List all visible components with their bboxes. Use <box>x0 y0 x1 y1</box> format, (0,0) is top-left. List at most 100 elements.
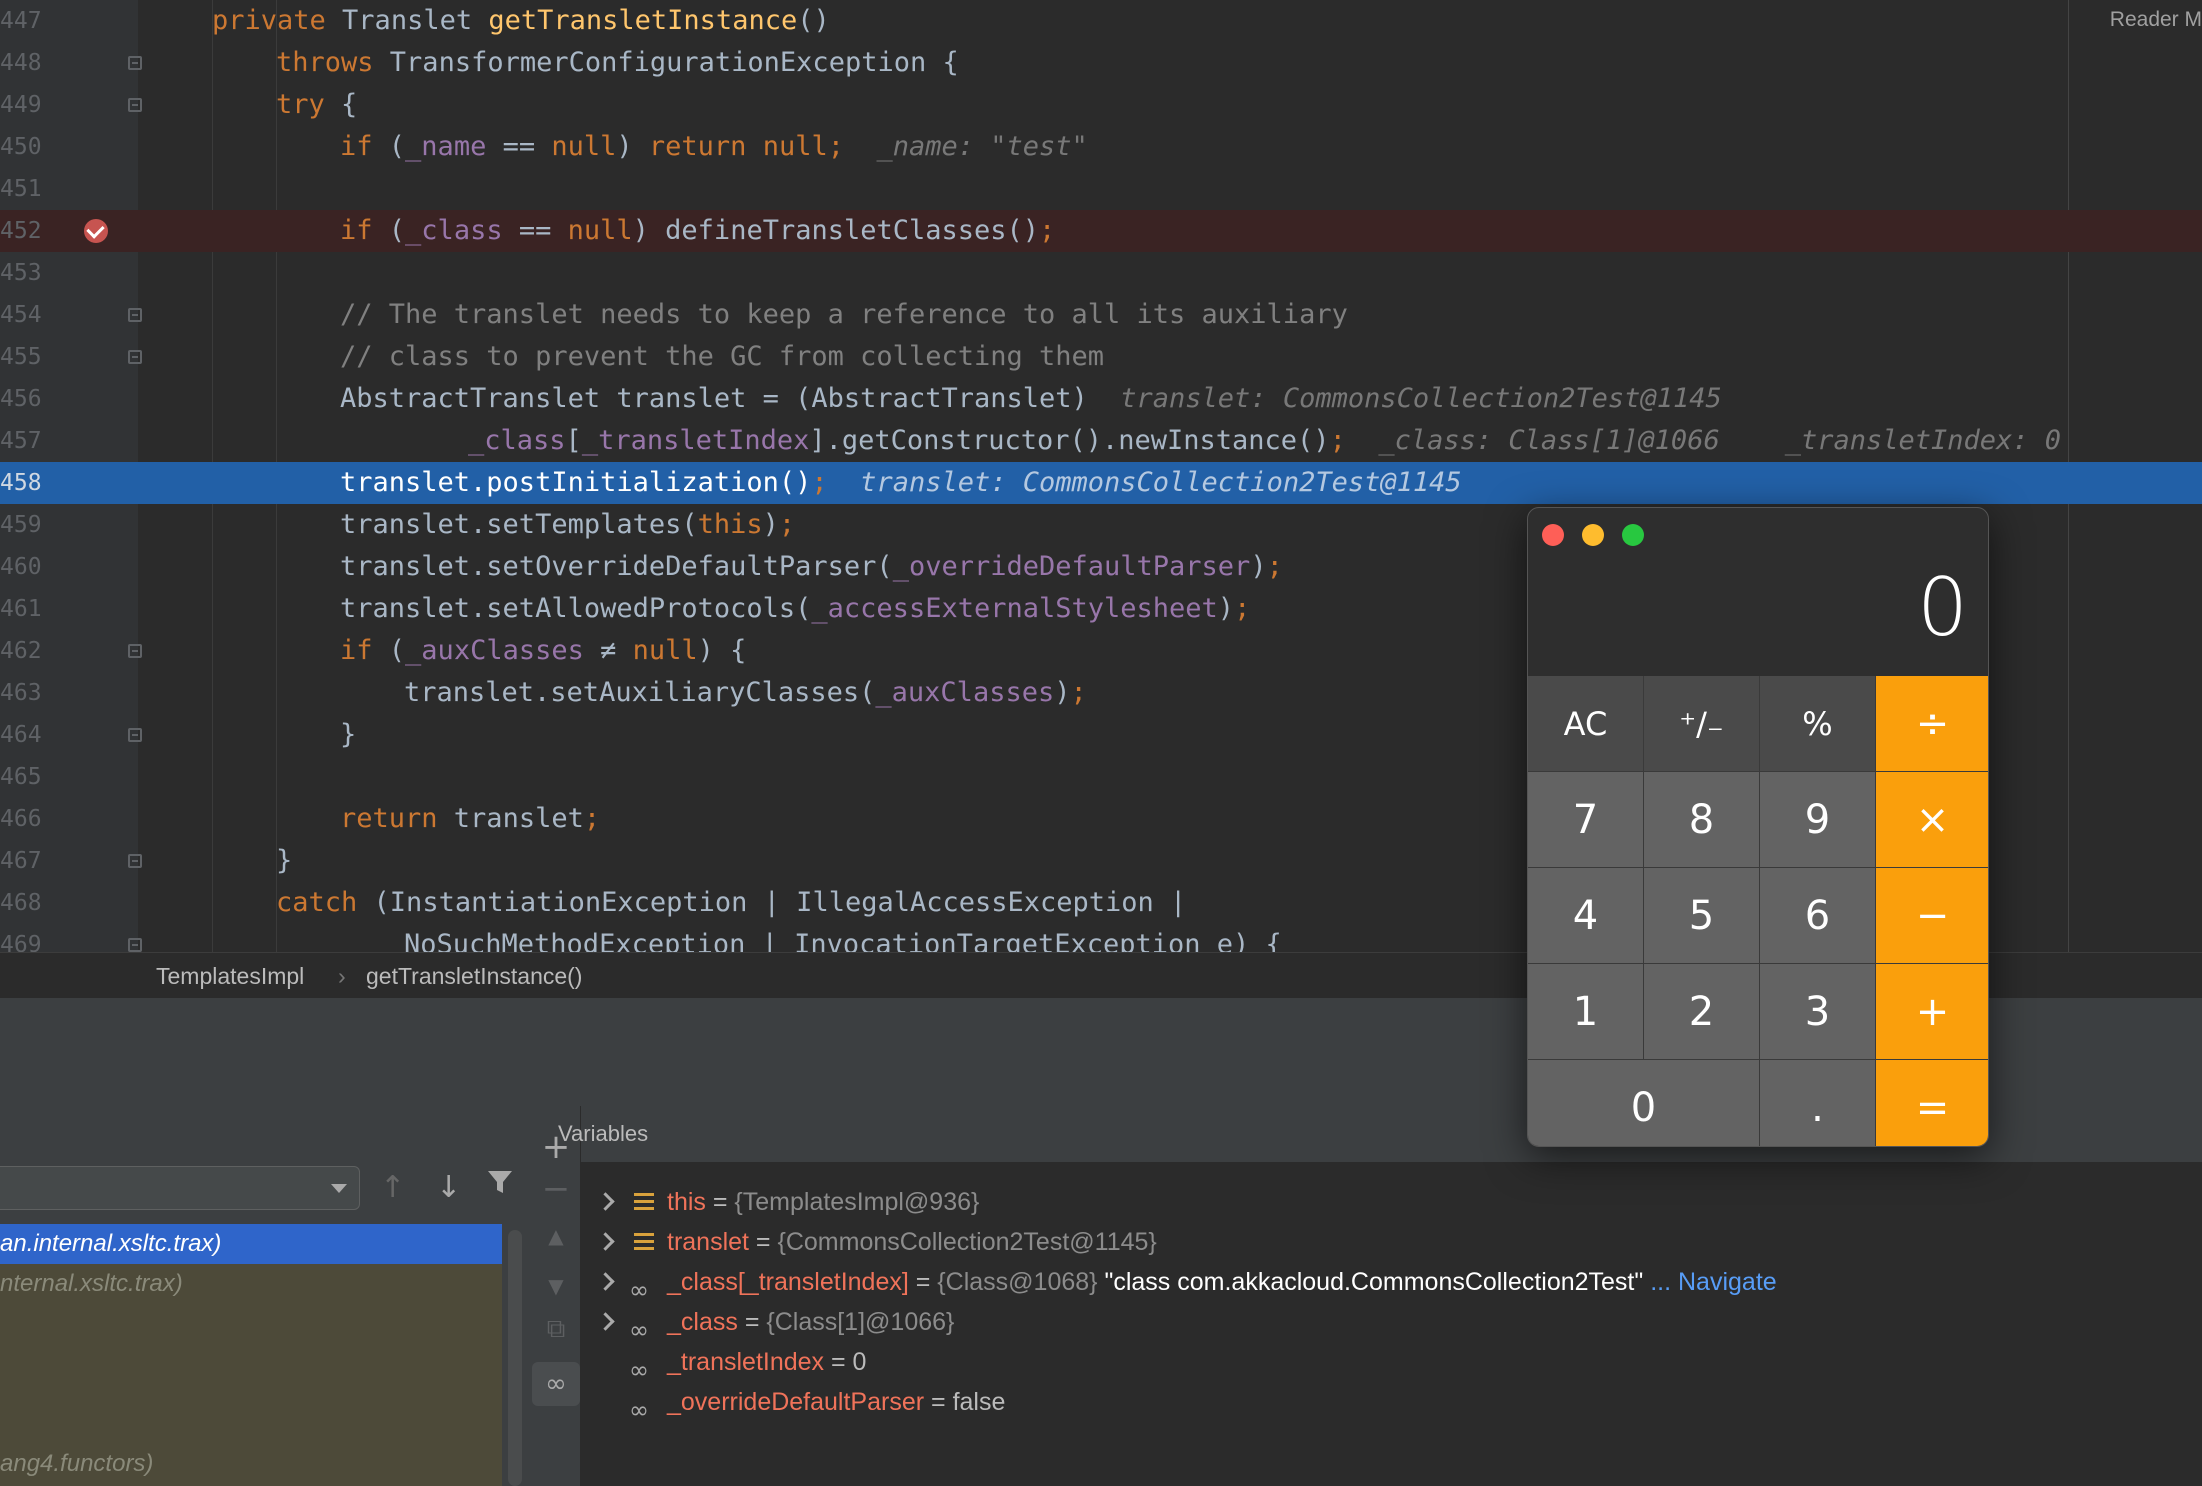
reader-mode-toggle[interactable]: Reader M <box>2110 8 2202 32</box>
stack-frame[interactable]: nternal.xsltc.trax) <box>0 1264 502 1304</box>
frames-scrollbar[interactable] <box>508 1230 522 1486</box>
sign-toggle-key[interactable]: ⁺∕₋ <box>1644 676 1760 772</box>
watches-toggle-icon[interactable]: ∞ <box>532 1362 580 1406</box>
code-token: translet.setAllowedProtocols( <box>340 593 812 624</box>
stack-frame[interactable]: an.internal.xsltc.trax) <box>0 1224 502 1264</box>
thread-selector[interactable] <box>0 1166 360 1210</box>
line-number[interactable]: 466 <box>0 798 42 840</box>
line-number[interactable]: 468 <box>0 882 42 924</box>
key-9[interactable]: 9 <box>1760 772 1876 868</box>
variable-row[interactable]: this = {TemplatesImpl@936} <box>581 1182 2181 1222</box>
variable-row[interactable]: ∞ _overrideDefaultParser = false <box>581 1382 2181 1424</box>
code-line[interactable]: 454 // The translet needs to keep a refer… <box>0 294 2202 336</box>
code-token: ( <box>388 215 406 246</box>
line-number[interactable]: 458 <box>0 462 42 504</box>
remove-watch-icon[interactable]: − <box>532 1172 580 1206</box>
move-up-icon[interactable]: ▲ <box>532 1224 580 1248</box>
code-line[interactable]: 458 translet.postInitialization(); transl… <box>0 462 2202 504</box>
subtract-key[interactable]: − <box>1876 868 1988 964</box>
fold-icon[interactable] <box>128 938 142 952</box>
chevron-right-icon[interactable] <box>596 1192 615 1211</box>
line-number[interactable]: 460 <box>0 546 42 588</box>
key-6[interactable]: 6 <box>1760 868 1876 964</box>
key-7[interactable]: 7 <box>1528 772 1644 868</box>
line-number[interactable]: 461 <box>0 588 42 630</box>
move-down-icon[interactable]: ▼ <box>532 1274 580 1298</box>
close-button[interactable] <box>1542 524 1564 546</box>
variable-row[interactable]: translet = {CommonsCollection2Test@1145} <box>581 1222 2181 1262</box>
key-0[interactable]: 0 <box>1528 1060 1760 1146</box>
code-line[interactable]: 455 // class to prevent the GC from colle… <box>0 336 2202 378</box>
fold-icon[interactable] <box>128 308 142 322</box>
breakpoint-icon[interactable] <box>84 219 108 243</box>
code-line[interactable]: 453 <box>0 252 2202 294</box>
line-number[interactable]: 467 <box>0 840 42 882</box>
key-8[interactable]: 8 <box>1644 772 1760 868</box>
minimize-button[interactable] <box>1582 524 1604 546</box>
line-number[interactable]: 459 <box>0 504 42 546</box>
code-line[interactable]: 457 _class[_transletIndex].getConstructor… <box>0 420 2202 462</box>
code-line[interactable]: 447 private Translet getTransletInstance(… <box>0 0 2202 42</box>
line-number[interactable]: 469 <box>0 924 42 952</box>
fold-icon[interactable] <box>128 98 142 112</box>
line-number[interactable]: 465 <box>0 756 42 798</box>
code-line[interactable]: 456 AbstractTranslet translet = (Abstract… <box>0 378 2202 420</box>
line-number[interactable]: 449 <box>0 84 42 126</box>
code-line[interactable]: 450 if (_name == null) return null; _name… <box>0 126 2202 168</box>
fold-icon[interactable] <box>128 728 142 742</box>
stack-frame[interactable]: ang4.functors) <box>0 1444 502 1484</box>
add-key[interactable]: + <box>1876 964 1988 1060</box>
line-number[interactable]: 453 <box>0 252 42 294</box>
variable-row[interactable]: ∞ _transletIndex = 0 <box>581 1342 2181 1384</box>
fold-icon[interactable] <box>128 854 142 868</box>
fold-icon[interactable] <box>128 644 142 658</box>
decimal-key[interactable]: . <box>1760 1060 1876 1146</box>
line-number[interactable]: 462 <box>0 630 42 672</box>
key-2[interactable]: 2 <box>1644 964 1760 1060</box>
fold-icon[interactable] <box>128 350 142 364</box>
line-number[interactable]: 450 <box>0 126 42 168</box>
key-4[interactable]: 4 <box>1528 868 1644 964</box>
zoom-button[interactable] <box>1622 524 1644 546</box>
line-number[interactable]: 455 <box>0 336 42 378</box>
code-token: ; <box>1329 425 1346 456</box>
chevron-right-icon[interactable] <box>596 1232 615 1251</box>
variable-row[interactable]: ∞ _class[_transletIndex] = {Class@1068} "… <box>581 1262 2181 1304</box>
calculator-window[interactable]: 0 AC ⁺∕₋% ÷ 7 8 9 × 4 5 6− 1 2 3 +0. = <box>1527 507 1989 1147</box>
key-3[interactable]: 3 <box>1760 964 1876 1060</box>
line-number[interactable]: 456 <box>0 378 42 420</box>
navigate-link[interactable]: ... Navigate <box>1643 1268 1776 1296</box>
code-token: ; <box>778 509 796 540</box>
variable-row[interactable]: ∞ _class = {Class[1]@1066} <box>581 1302 2181 1344</box>
line-number[interactable]: 454 <box>0 294 42 336</box>
line-number[interactable]: 452 <box>0 210 42 252</box>
variables-panel: Variables this = {TemplatesImpl@936} tran… <box>558 1106 2202 1486</box>
breadcrumb-method[interactable]: getTransletInstance() <box>366 953 582 999</box>
copy-icon[interactable]: ⧉ <box>532 1314 580 1345</box>
line-number[interactable]: 464 <box>0 714 42 756</box>
filter-icon[interactable] <box>486 1168 514 1204</box>
multiply-key[interactable]: × <box>1876 772 1988 868</box>
code-line[interactable]: 451 <box>0 168 2202 210</box>
equals-key[interactable]: = <box>1876 1060 1988 1146</box>
key-1[interactable]: 1 <box>1528 964 1644 1060</box>
line-number[interactable]: 457 <box>0 420 42 462</box>
code-line[interactable]: 449 try { <box>0 84 2202 126</box>
arrow-up-icon[interactable]: ↑ <box>380 1170 405 1205</box>
chevron-right-icon[interactable] <box>596 1272 615 1291</box>
divide-key[interactable]: ÷ <box>1876 676 1988 772</box>
line-number[interactable]: 448 <box>0 42 42 84</box>
chevron-right-icon[interactable] <box>596 1312 615 1331</box>
arrow-down-icon[interactable]: ↓ <box>436 1170 461 1205</box>
code-line[interactable]: 448 throws TransformerConfigurationExcept… <box>0 42 2202 84</box>
percent-key[interactable]: % <box>1760 676 1876 772</box>
breadcrumb-class[interactable]: TemplatesImpl <box>156 953 304 999</box>
all-clear-key[interactable]: AC <box>1528 676 1644 772</box>
code-line[interactable]: 452 if (_class == null) defineTransletCla… <box>0 210 2202 252</box>
line-number[interactable]: 447 <box>0 0 42 42</box>
line-number[interactable]: 463 <box>0 672 42 714</box>
key-5[interactable]: 5 <box>1644 868 1760 964</box>
line-number[interactable]: 451 <box>0 168 42 210</box>
fold-icon[interactable] <box>128 56 142 70</box>
code-token: translet.setOverrideDefaultParser( <box>340 551 893 582</box>
